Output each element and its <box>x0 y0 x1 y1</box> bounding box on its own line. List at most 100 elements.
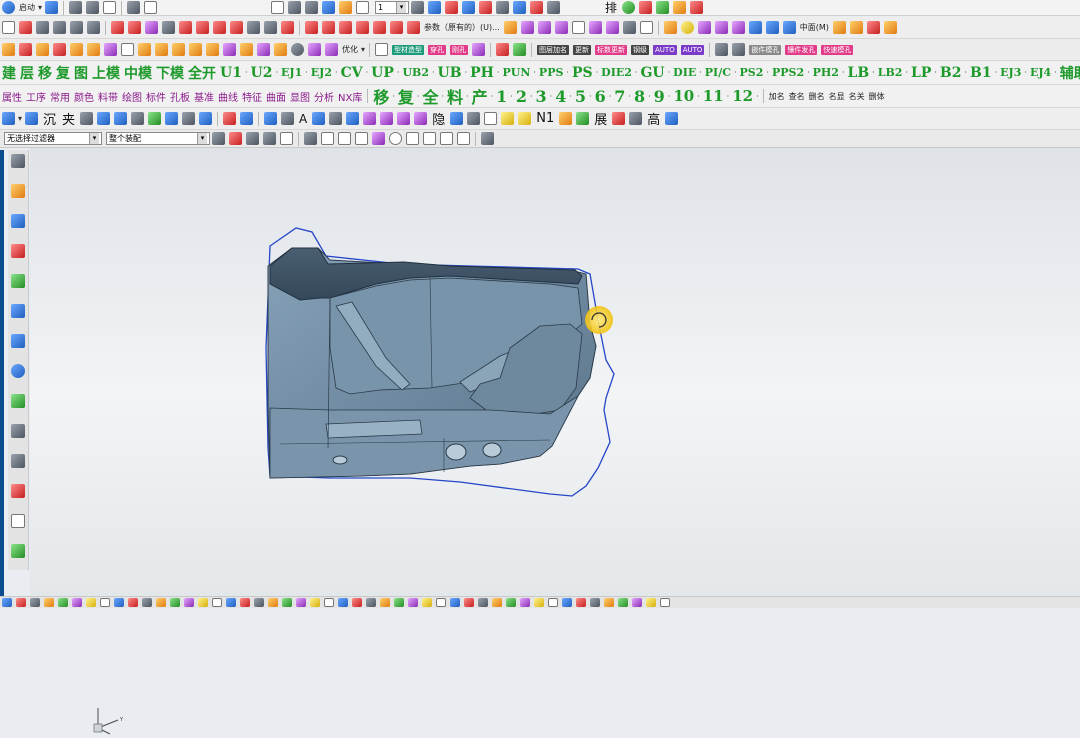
name-tool-5[interactable]: 删体 <box>869 91 885 102</box>
tool-hide[interactable]: 隐 <box>432 109 445 128</box>
snap-tangent-icon[interactable] <box>440 132 453 145</box>
command-button-16[interactable]: UB <box>438 65 462 81</box>
name-tool-0[interactable]: 加名 <box>769 91 785 102</box>
paste-icon[interactable] <box>339 1 353 14</box>
command-button-32[interactable]: B1 <box>970 65 992 81</box>
middle-face-label[interactable]: 中面(M) <box>800 22 829 33</box>
command-button-3[interactable]: 复 <box>56 63 70 83</box>
bottom-tool-icon[interactable] <box>86 598 96 607</box>
clear-icon[interactable] <box>484 112 498 125</box>
snap-extra-icon[interactable] <box>481 132 494 145</box>
command-button-23[interactable]: DIE <box>673 66 696 79</box>
snap-mid-icon[interactable] <box>338 132 351 145</box>
manufacturing-icon[interactable] <box>11 454 25 468</box>
corner-icon[interactable] <box>390 21 403 34</box>
selection-scope-select[interactable]: 整个装配 ▾ <box>106 132 210 145</box>
rotate-feature-icon[interactable] <box>19 43 32 56</box>
check-icon[interactable] <box>182 112 196 125</box>
offset-curve-icon[interactable] <box>179 21 192 34</box>
tag-steel-grade[interactable]: 钢级 <box>631 44 650 55</box>
rotate-icon[interactable] <box>462 1 476 14</box>
command-button-17[interactable]: PH <box>470 65 494 81</box>
bottom-tool-icon[interactable] <box>492 598 502 607</box>
box-open-icon[interactable] <box>87 43 100 56</box>
clock-icon[interactable] <box>11 364 25 378</box>
surface-icon[interactable] <box>554 21 568 34</box>
unite-icon[interactable] <box>731 21 745 34</box>
hatch-icon[interactable] <box>520 21 534 34</box>
bottom-tool-icon[interactable] <box>2 598 12 607</box>
chevron-down-icon[interactable]: ▾ <box>18 114 22 123</box>
intersect-curve-icon[interactable] <box>247 21 260 34</box>
window-icon[interactable] <box>103 1 117 14</box>
bottom-tool-icon[interactable] <box>296 598 306 607</box>
u-magnet-icon[interactable] <box>165 112 179 125</box>
rectangle-feature-icon[interactable] <box>121 43 134 56</box>
shell-icon[interactable] <box>697 21 711 34</box>
bottom-tool-icon[interactable] <box>394 598 404 607</box>
replace-face-icon[interactable] <box>325 43 338 56</box>
section-icon[interactable] <box>513 1 527 14</box>
cube-blue-icon[interactable] <box>2 112 15 125</box>
command-button-4[interactable]: 图 <box>74 63 88 83</box>
pen-icon[interactable] <box>715 43 729 56</box>
render-icon[interactable] <box>80 112 94 125</box>
save-icon[interactable] <box>45 1 59 14</box>
gear-purple-icon[interactable] <box>472 43 486 56</box>
tool-clamp[interactable]: 夹 <box>62 109 75 128</box>
bridge-icon[interactable] <box>213 21 226 34</box>
red-block-icon[interactable] <box>496 43 510 56</box>
menu-item-0[interactable]: 属性 <box>2 89 22 104</box>
bottom-tool-icon[interactable] <box>44 598 54 607</box>
bottom-tool-icon[interactable] <box>282 598 292 607</box>
command-button-21[interactable]: DIE2 <box>601 66 632 79</box>
name-tool-3[interactable]: 名显 <box>829 91 845 102</box>
close-box-icon[interactable] <box>450 112 464 125</box>
tag-yellow-icon[interactable] <box>501 112 515 125</box>
command-button-24[interactable]: PI/C <box>705 66 731 79</box>
number-button-15[interactable]: 11 <box>703 87 724 105</box>
hammer-icon[interactable] <box>629 112 643 125</box>
paint-icon[interactable] <box>639 1 653 14</box>
number-button-11[interactable]: 7 <box>614 87 625 106</box>
select-all-icon[interactable] <box>229 132 242 145</box>
slot-icon[interactable] <box>189 43 202 56</box>
bottom-tool-icon[interactable] <box>534 598 544 607</box>
number-button-12[interactable]: 8 <box>634 87 645 106</box>
bottom-tool-icon[interactable] <box>114 598 124 607</box>
curve-icon[interactable] <box>445 1 459 14</box>
chevron-down-icon[interactable]: ▾ <box>396 2 407 13</box>
web-browser-icon[interactable] <box>11 304 25 318</box>
number-button-13[interactable]: 9 <box>654 87 665 106</box>
block-edit-icon[interactable] <box>138 43 151 56</box>
command-button-0[interactable]: 建 <box>2 63 16 83</box>
name-tool-2[interactable]: 删名 <box>809 91 825 102</box>
number-button-8[interactable]: 4 <box>555 87 566 106</box>
bottom-tool-icon[interactable] <box>478 598 488 607</box>
bottom-tool-icon[interactable] <box>156 598 166 607</box>
name-tool-1[interactable]: 查名 <box>789 91 805 102</box>
menu-item-6[interactable]: 标件 <box>146 89 166 104</box>
number-button-16[interactable]: 12 <box>732 87 753 105</box>
filter-reset-icon[interactable] <box>212 132 225 145</box>
green-block-icon[interactable] <box>513 43 527 56</box>
undo-icon[interactable] <box>69 1 83 14</box>
arc-icon[interactable] <box>70 21 83 34</box>
bottom-tool-icon[interactable] <box>268 598 278 607</box>
corner-icon[interactable] <box>356 21 369 34</box>
bottom-tool-icon[interactable] <box>604 598 614 607</box>
extend-icon[interactable] <box>162 21 175 34</box>
move-layer-icon[interactable] <box>428 1 442 14</box>
eraser-icon[interactable] <box>832 21 846 34</box>
model-view[interactable] <box>30 148 1080 596</box>
corner-icon[interactable] <box>305 21 318 34</box>
bucket-icon[interactable] <box>673 1 687 14</box>
tag-profile[interactable]: 型材造型 <box>392 44 425 55</box>
terrain-icon[interactable] <box>148 112 162 125</box>
sort-label[interactable]: 排 <box>605 0 617 15</box>
mirror-icon[interactable] <box>196 21 209 34</box>
copy-icon[interactable] <box>144 1 158 14</box>
tag-insert-hole[interactable]: 嵌件模孔 <box>749 44 782 55</box>
point-cloud-icon[interactable] <box>131 112 145 125</box>
block-icon[interactable] <box>104 43 117 56</box>
